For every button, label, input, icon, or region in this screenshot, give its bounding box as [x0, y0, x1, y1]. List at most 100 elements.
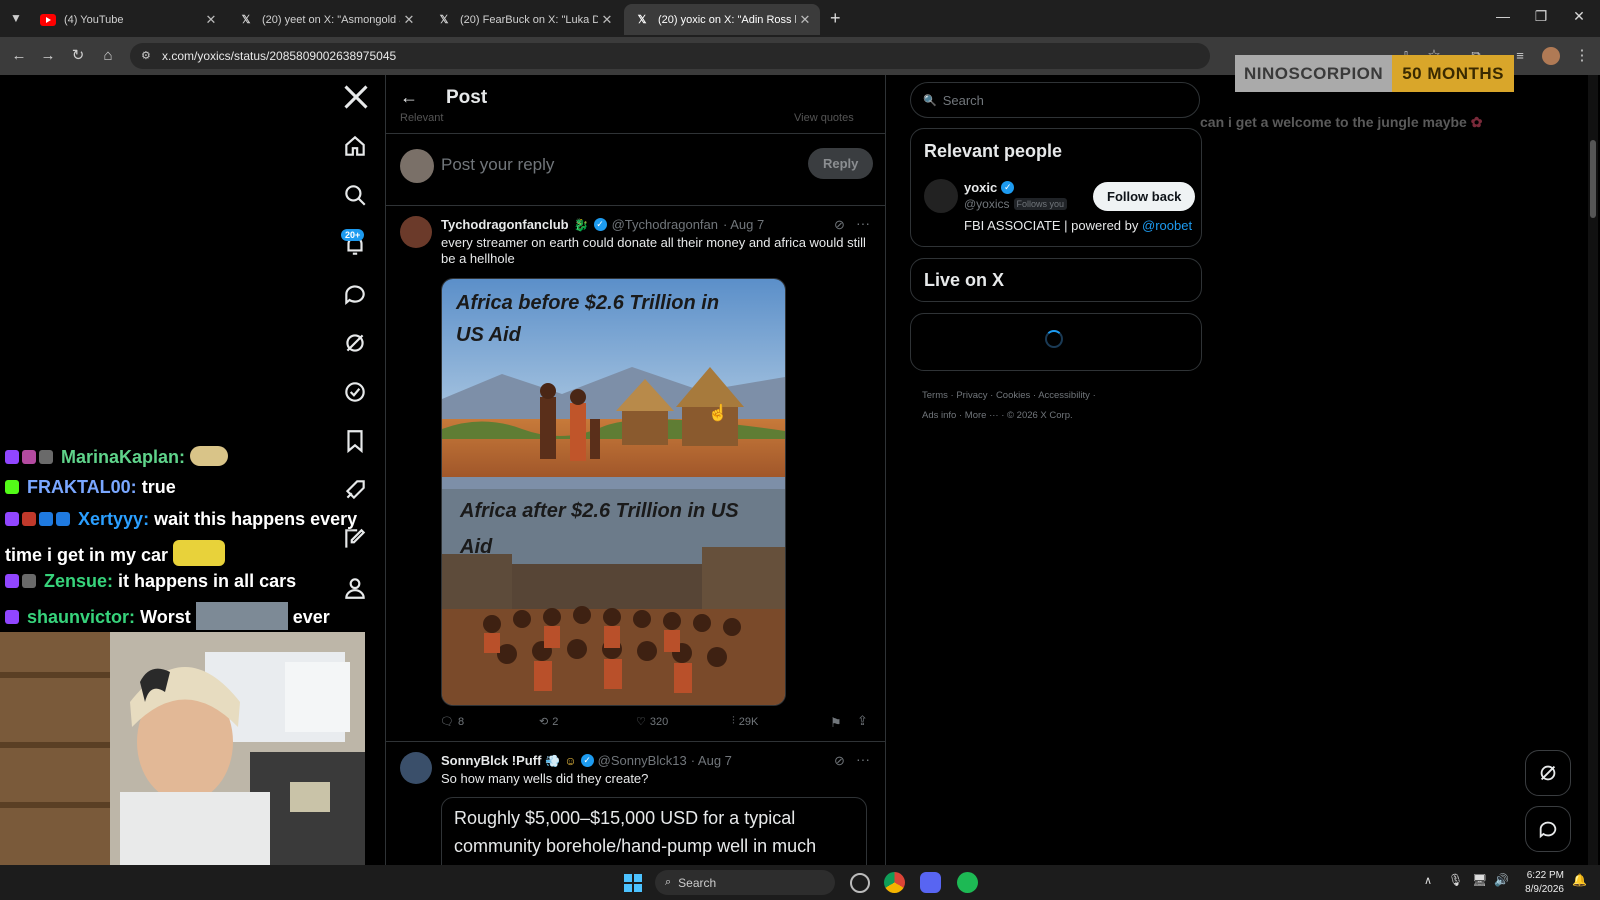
minimize-button[interactable]: —: [1488, 8, 1518, 24]
discord-icon[interactable]: [920, 872, 941, 893]
footer-link-cookies[interactable]: Cookies: [996, 390, 1030, 401]
jobs-rocket-icon[interactable]: [342, 477, 370, 505]
author-name[interactable]: Tychodragonfanclub: [441, 217, 569, 232]
sub-months: 50 MONTHS: [1392, 55, 1514, 92]
person-handle[interactable]: @yoxics: [964, 197, 1010, 211]
profile-avatar[interactable]: [1542, 47, 1560, 65]
person-name[interactable]: yoxic: [964, 180, 997, 195]
tray-chevron-icon[interactable]: ∧: [1424, 874, 1432, 887]
spotify-icon[interactable]: [957, 872, 978, 893]
footer-links: Terms · Privacy · Cookies · Accessibilit…: [922, 390, 1096, 421]
chrome-icon[interactable]: [884, 872, 905, 893]
close-tab-icon[interactable]: ✕: [202, 12, 220, 28]
tweet-date[interactable]: · Aug 7: [723, 217, 764, 232]
verified-orgs-icon[interactable]: [342, 379, 370, 407]
tab-yeet[interactable]: 𝕏 (20) yeet on X: "Asmongold ap ✕: [228, 4, 424, 35]
quoted-text-block[interactable]: Roughly $5,000–$15,000 USD for a typical…: [441, 797, 867, 865]
page-scrollbar[interactable]: [1588, 75, 1598, 865]
bookmarks-icon[interactable]: [342, 428, 370, 456]
copilot-icon[interactable]: [850, 873, 870, 893]
person-handle-row: @yoxics Follows you: [964, 197, 1068, 211]
footer-link-more[interactable]: More ···: [965, 410, 999, 421]
compose-icon[interactable]: [342, 526, 370, 554]
view-count: 29K: [738, 715, 759, 728]
messages-floating-button[interactable]: [1525, 806, 1571, 852]
footer-link-ads[interactable]: Ads info: [922, 410, 956, 421]
more-options-icon[interactable]: ···: [856, 751, 870, 767]
home-icon[interactable]: [342, 133, 370, 161]
messages-icon[interactable]: [342, 281, 370, 309]
new-tab-button[interactable]: +: [830, 8, 841, 29]
close-tab-icon[interactable]: ✕: [598, 12, 616, 28]
tweet-date[interactable]: · Aug 7: [691, 753, 732, 768]
view-quotes-link[interactable]: View quotes: [794, 112, 854, 124]
close-tab-icon[interactable]: ✕: [400, 12, 418, 28]
share-icon[interactable]: ⇪: [857, 713, 868, 729]
grok-icon[interactable]: [342, 330, 370, 358]
scrollbar-thumb[interactable]: [1590, 140, 1596, 218]
follow-back-button[interactable]: Follow back: [1093, 182, 1196, 211]
address-bar[interactable]: ⚙ x.com/yoxics/status/208580900263897504…: [130, 43, 1210, 69]
avatar[interactable]: [924, 179, 958, 213]
profile-icon[interactable]: [342, 575, 370, 603]
forward-arrow-icon[interactable]: →: [38, 46, 58, 66]
notification-center-icon[interactable]: 🔔: [1572, 873, 1587, 887]
card-title: Relevant people: [924, 141, 1063, 161]
sort-relevant-label[interactable]: Relevant: [400, 112, 443, 124]
chat-message: shaunvictor: Worst ever: [5, 602, 330, 630]
close-tab-icon[interactable]: ✕: [796, 12, 814, 28]
repost-action[interactable]: ⟲ 2: [539, 715, 558, 729]
microphone-icon[interactable]: 🎙: [1448, 873, 1463, 887]
tab-list-chevron-icon[interactable]: ▼: [10, 11, 22, 25]
loading-card: [910, 313, 1202, 371]
author-handle[interactable]: @Tychodragonfan: [612, 217, 718, 232]
search-input[interactable]: 🔍 Search: [910, 82, 1200, 118]
reply-input[interactable]: Post your reply: [441, 155, 554, 175]
tweet-image[interactable]: Africa before $2.6 Trillion in US Aid Af…: [441, 278, 786, 706]
bookmark-icon[interactable]: ⚑: [830, 715, 842, 731]
relevant-people-card: Relevant people yoxic ✓ @yoxics Follows …: [910, 128, 1202, 247]
windows-start-icon[interactable]: [624, 874, 642, 892]
home-icon[interactable]: ⌂: [98, 46, 118, 66]
reply-button[interactable]: Reply: [808, 148, 874, 179]
network-icon[interactable]: 🖥: [1472, 873, 1487, 887]
taskbar-search[interactable]: ⌕ Search: [655, 870, 835, 895]
volume-icon[interactable]: 🔊: [1494, 873, 1509, 887]
clock-time: 6:22 PM: [1526, 870, 1564, 881]
bits-badge-icon: [22, 574, 36, 588]
views-action[interactable]: ⫶ 29K: [732, 715, 758, 728]
reply-action[interactable]: 🗨 8: [440, 715, 464, 729]
footer-link-terms[interactable]: Terms: [922, 390, 948, 401]
browser-menu-icon[interactable]: ⋮: [1572, 46, 1592, 66]
footer-link-privacy[interactable]: Privacy: [956, 390, 987, 401]
footer-link-accessibility[interactable]: Accessibility: [1038, 390, 1090, 401]
chat-text: time i get in my car: [5, 545, 169, 565]
grok-floating-button[interactable]: [1525, 750, 1571, 796]
close-window-button[interactable]: ✕: [1564, 8, 1594, 25]
x-logo-icon[interactable]: [342, 83, 370, 111]
tab-yoxic[interactable]: 𝕏 (20) yoxic on X: "Adin Ross has ✕: [624, 4, 820, 35]
bio-link[interactable]: @roobet: [1142, 218, 1192, 233]
back-arrow-icon[interactable]: ←: [9, 46, 29, 66]
restore-button[interactable]: ❐: [1526, 8, 1556, 25]
avatar[interactable]: [400, 752, 432, 784]
site-info-icon[interactable]: ⚙: [141, 43, 151, 69]
grok-icon[interactable]: ⊘: [834, 217, 845, 233]
author-handle[interactable]: @SonnyBlck13: [598, 753, 687, 768]
avatar[interactable]: [400, 216, 432, 248]
clock[interactable]: 6:22 PM 8/9/2026: [1520, 869, 1564, 897]
notifications-bell-icon[interactable]: 20+: [341, 229, 370, 260]
tab-youtube[interactable]: (4) YouTube ✕: [30, 4, 226, 35]
reload-icon[interactable]: ↻: [68, 46, 88, 66]
current-user-avatar[interactable]: [400, 149, 434, 183]
author-name[interactable]: SonnyBlck !Puff: [441, 753, 541, 768]
back-arrow-icon[interactable]: ←: [400, 87, 418, 108]
tab-fearbuck[interactable]: 𝕏 (20) FearBuck on X: "Luka Donc ✕: [426, 4, 622, 35]
grok-icon[interactable]: ⊘: [834, 753, 845, 769]
more-options-icon[interactable]: ···: [856, 215, 870, 231]
like-action[interactable]: ♡ 320: [636, 715, 668, 729]
x-logo-icon: 𝕏: [637, 14, 647, 26]
chat-username: MarinaKaplan:: [61, 447, 186, 467]
explore-search-icon[interactable]: [342, 182, 370, 210]
person-bio: FBI ASSOCIATE | powered by @roobet: [964, 218, 1192, 233]
